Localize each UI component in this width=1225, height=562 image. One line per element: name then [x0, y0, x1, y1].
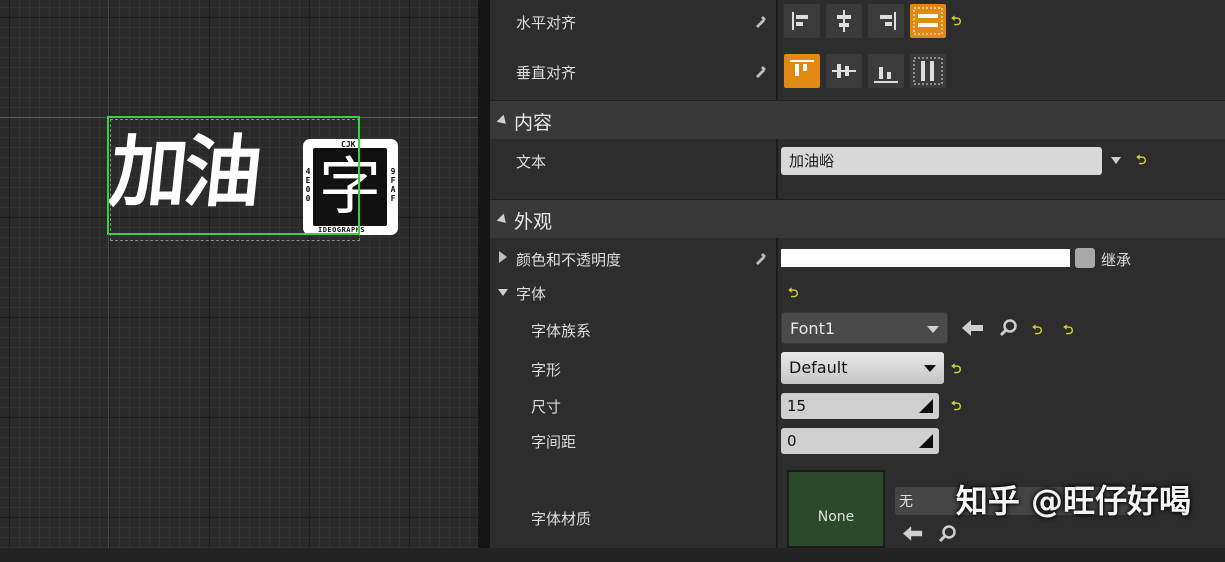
- details-panel: 水平对齐 ⮌ 垂直对齐 内容 文本 加油峪 ⮌ 外观 颜色和不透明度 继承 字体…: [490, 0, 1225, 548]
- category-content-title: 内容: [514, 112, 553, 134]
- typeface-label: 字形: [531, 361, 562, 379]
- typeface-combo[interactable]: Default: [781, 352, 944, 384]
- expand-arrow-icon[interactable]: [499, 251, 507, 263]
- text-value-field[interactable]: 加油峪: [781, 147, 1102, 175]
- letter-spacing-value: 0: [787, 432, 797, 450]
- typeface-value: Default: [789, 358, 848, 377]
- watermark-text: 知乎 @旺仔好喝: [955, 482, 1191, 520]
- h-align-right-button[interactable]: [868, 4, 904, 38]
- font-label: 字体: [516, 285, 547, 303]
- badge-right-text: 9FAF: [390, 167, 396, 203]
- chevron-down-icon: [927, 326, 939, 333]
- panel-splitter[interactable]: [478, 0, 490, 548]
- reset-to-default-icon[interactable]: ⮌: [951, 12, 961, 34]
- collapse-arrow-icon[interactable]: [496, 114, 510, 128]
- h-align-fill-button[interactable]: [910, 4, 946, 38]
- keyframe-icon[interactable]: [754, 14, 768, 28]
- reset-to-default-icon[interactable]: ⮌: [1063, 321, 1073, 343]
- v-align-center-button[interactable]: [826, 54, 862, 88]
- font-material-thumbnail[interactable]: None: [787, 470, 885, 548]
- reset-to-default-icon[interactable]: ⮌: [1136, 151, 1146, 173]
- size-value: 15: [787, 397, 807, 415]
- size-spinbox[interactable]: 15: [781, 393, 939, 419]
- use-selected-asset-icon[interactable]: [962, 320, 984, 336]
- collapse-arrow-icon[interactable]: [498, 289, 508, 296]
- designer-viewport[interactable]: 加油 CJK 4E00 字 9FAF IDEOGRAPHS: [0, 0, 478, 548]
- selection-box[interactable]: [107, 116, 360, 235]
- category-appearance[interactable]: 外观: [490, 199, 1225, 238]
- drag-handle-icon[interactable]: [919, 434, 933, 448]
- drag-handle-icon[interactable]: [919, 399, 933, 413]
- browse-search-icon[interactable]: [938, 525, 958, 543]
- vertical-guide-line: [108, 0, 109, 548]
- letter-spacing-spinbox[interactable]: 0: [781, 428, 939, 454]
- chevron-down-icon: [924, 365, 936, 372]
- reset-to-default-icon[interactable]: ⮌: [1032, 321, 1042, 343]
- inherit-checkbox[interactable]: [1075, 248, 1095, 268]
- reset-to-default-icon[interactable]: ⮌: [788, 284, 798, 306]
- color-opacity-label: 颜色和不透明度: [516, 251, 622, 269]
- font-family-value: Font1: [790, 319, 836, 338]
- size-label: 尺寸: [531, 398, 562, 416]
- reset-to-default-icon[interactable]: ⮌: [951, 360, 961, 382]
- v-align-fill-button[interactable]: [910, 54, 946, 88]
- color-swatch[interactable]: [781, 249, 1070, 267]
- v-align-bottom-button[interactable]: [868, 54, 904, 88]
- use-selected-asset-icon[interactable]: [903, 526, 923, 541]
- category-appearance-title: 外观: [514, 211, 553, 233]
- text-options-dropdown-icon[interactable]: [1111, 157, 1121, 164]
- reset-to-default-icon[interactable]: ⮌: [951, 397, 961, 419]
- inherit-label: 继承: [1101, 251, 1132, 269]
- category-content[interactable]: 内容: [490, 100, 1225, 139]
- h-align-left-button[interactable]: [784, 4, 820, 38]
- font-material-value: 无: [899, 494, 913, 510]
- v-align-top-button[interactable]: [784, 54, 820, 88]
- font-family-label: 字体族系: [531, 322, 592, 340]
- browse-search-icon[interactable]: [999, 319, 1019, 337]
- v-align-label: 垂直对齐: [516, 64, 577, 82]
- h-align-label: 水平对齐: [516, 14, 577, 32]
- h-align-center-button[interactable]: [826, 4, 862, 38]
- font-family-combo[interactable]: Font1: [781, 312, 948, 344]
- font-material-label: 字体材质: [531, 510, 592, 528]
- column-divider[interactable]: [776, 0, 778, 548]
- text-property-label: 文本: [516, 153, 547, 171]
- collapse-arrow-icon[interactable]: [496, 213, 510, 227]
- letter-spacing-label: 字间距: [531, 433, 577, 451]
- keyframe-icon[interactable]: [754, 64, 768, 78]
- keyframe-icon[interactable]: [754, 251, 768, 265]
